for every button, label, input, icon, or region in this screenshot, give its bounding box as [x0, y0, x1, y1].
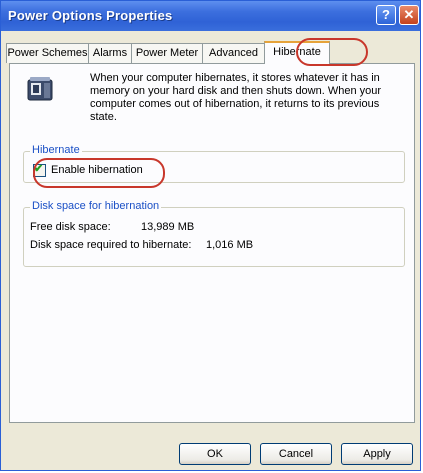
hibernate-description: When your computer hibernates, it stores…: [90, 72, 382, 123]
enable-hibernation-label[interactable]: Enable hibernation: [51, 163, 143, 177]
power-options-window: Power Options Properties ? ✕ Power Schem…: [0, 0, 421, 471]
ok-button[interactable]: OK: [179, 443, 251, 465]
tab-advanced[interactable]: Advanced: [202, 43, 265, 63]
checkmark-icon: ✔: [34, 163, 44, 175]
hibernate-group-title: Hibernate: [30, 144, 82, 157]
hibernate-group: Hibernate ✔ Enable hibernation: [23, 144, 405, 183]
tab-power-meter[interactable]: Power Meter: [131, 43, 203, 63]
cancel-button[interactable]: Cancel: [260, 443, 332, 465]
window-title: Power Options Properties: [8, 8, 173, 23]
tab-alarms[interactable]: Alarms: [88, 43, 132, 63]
enable-hibernation-checkbox[interactable]: ✔: [33, 163, 46, 177]
title-bar[interactable]: Power Options Properties ? ✕: [1, 1, 420, 31]
required-disk-space-value: 1,016 MB: [206, 239, 254, 251]
disk-space-group-title: Disk space for hibernation: [30, 200, 162, 213]
hibernate-computer-icon: [27, 77, 53, 101]
disk-space-group: Disk space for hibernation Free disk spa…: [23, 200, 405, 267]
tab-hibernate[interactable]: Hibernate: [264, 41, 330, 64]
free-disk-space-label: Free disk space:: [30, 221, 111, 233]
required-disk-space-label: Disk space required to hibernate:: [30, 239, 192, 251]
tab-power-schemes[interactable]: Power Schemes: [6, 43, 89, 63]
hibernate-tab-panel: When your computer hibernates, it stores…: [9, 63, 415, 423]
help-button[interactable]: ?: [376, 5, 396, 25]
free-disk-space-value: 13,989 MB: [141, 221, 195, 233]
apply-button[interactable]: Apply: [341, 443, 413, 465]
close-button[interactable]: ✕: [399, 5, 419, 25]
